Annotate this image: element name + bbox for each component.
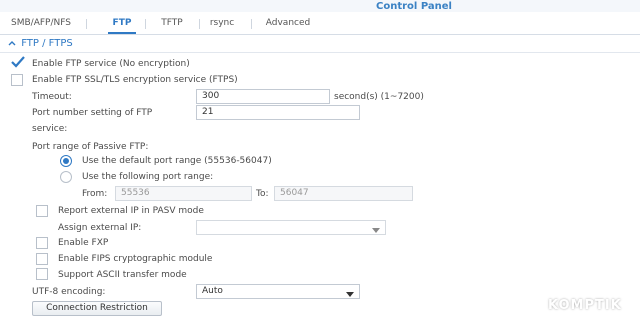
passive-label: Port range of Passive FTP: (32, 142, 149, 152)
timeout-input[interactable]: 300 (196, 89, 330, 104)
section-divider (0, 52, 640, 53)
tab-separator (145, 19, 146, 29)
custom-port-range-radio[interactable] (60, 171, 72, 183)
to-port-input[interactable]: 56047 (274, 186, 413, 201)
enable-fxp-label: Enable FXP (58, 238, 109, 248)
timeout-unit: second(s) (1~7200) (334, 92, 424, 102)
enable-fips-checkbox[interactable] (36, 253, 48, 265)
report-external-ip-checkbox[interactable] (36, 205, 48, 217)
ascii-mode-checkbox[interactable] (36, 268, 48, 280)
report-external-ip-label: Report external IP in PASV mode (58, 206, 204, 216)
port-input[interactable]: 21 (196, 105, 360, 120)
port-label-line2: service: (32, 124, 68, 134)
section-header[interactable]: FTP / FTPS (8, 38, 73, 49)
section-title: FTP / FTPS (21, 38, 73, 49)
to-label: To: (256, 189, 269, 199)
tab-separator (251, 19, 252, 29)
assign-ip-label: Assign external IP: (58, 223, 142, 233)
default-port-range-radio[interactable] (60, 155, 72, 167)
app-title: Control Panel (376, 1, 452, 12)
tab-tftp[interactable]: TFTP (157, 16, 187, 34)
tab-separator (199, 19, 200, 29)
enable-ftps-checkbox[interactable] (11, 74, 23, 86)
port-label-line1: Port number setting of FTP (32, 108, 153, 118)
default-port-range-label: Use the default port range (55536-56047) (82, 156, 272, 166)
from-port-input[interactable]: 55536 (115, 186, 252, 201)
utf8-label: UTF-8 encoding: (32, 287, 106, 297)
utf8-value: Auto (202, 286, 223, 296)
assign-ip-select[interactable] (196, 220, 386, 235)
enable-ftps-label: Enable FTP SSL/TLS encryption service (F… (32, 75, 238, 85)
chevron-down-icon (346, 289, 354, 302)
enable-ftp-label: Enable FTP service (No encryption) (32, 59, 190, 69)
enable-fips-label: Enable FIPS cryptographic module (58, 254, 213, 264)
title-bar: Control Panel (0, 0, 640, 12)
from-label: From: (82, 189, 108, 199)
checkmark-icon (11, 56, 25, 68)
connection-restriction-button[interactable]: Connection Restriction (32, 301, 162, 316)
ascii-mode-label: Support ASCII transfer mode (58, 270, 187, 280)
tab-smb-afp-nfs[interactable]: SMB/AFP/NFS (10, 16, 72, 34)
tab-bar: SMB/AFP/NFS FTP TFTP rsync Advanced (0, 12, 640, 35)
watermark-logo: KOMPTIK (548, 298, 622, 313)
custom-port-range-label: Use the following port range: (82, 172, 214, 182)
tab-advanced[interactable]: Advanced (260, 16, 316, 34)
tab-ftp[interactable]: FTP (108, 16, 136, 34)
tab-separator (86, 19, 87, 29)
enable-ftp-checkbox[interactable] (11, 56, 25, 70)
enable-fxp-checkbox[interactable] (36, 237, 48, 249)
chevron-down-icon (372, 225, 380, 238)
timeout-label: Timeout: (32, 92, 72, 102)
utf8-select[interactable]: Auto (196, 284, 360, 299)
tab-rsync[interactable]: rsync (206, 16, 238, 34)
chevron-up-icon (8, 38, 18, 49)
